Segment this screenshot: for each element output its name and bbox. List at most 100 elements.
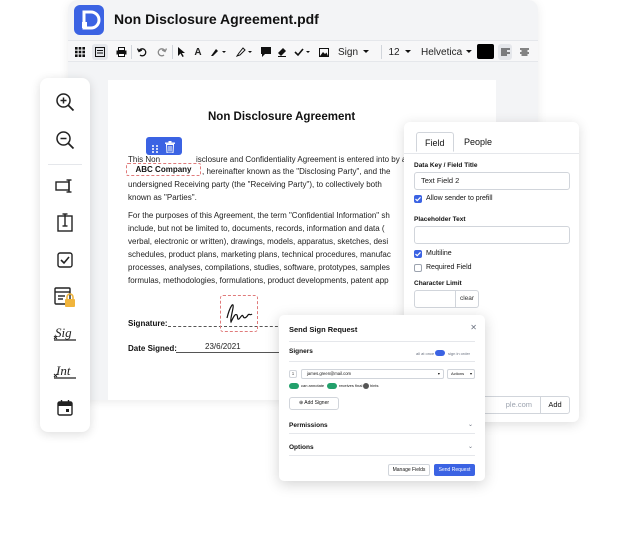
hints-label: hints [370, 383, 379, 388]
paragraph-line: processes, analyses, compilations, studi… [128, 263, 390, 272]
checkbox-icon[interactable] [49, 244, 81, 276]
permissions-section[interactable]: Permissions [289, 422, 328, 429]
required-field-checkbox[interactable]: Required Field [414, 263, 472, 273]
initials-tool-icon[interactable]: Int [49, 356, 81, 388]
editor-toolbar: A Sign 12 Helvetica [68, 40, 538, 62]
toolbar-separator [381, 45, 382, 59]
signature-tool-icon[interactable]: Sig [49, 318, 81, 350]
signer-email-value: james.green@mail.com [307, 371, 352, 376]
can-annotate-toggle[interactable]: can annotate [289, 383, 324, 389]
image-icon[interactable] [318, 44, 330, 60]
cursor-icon[interactable] [176, 44, 188, 60]
paragraph-line: formulas, methodologies, formulations, p… [128, 276, 389, 285]
chevron-down-icon[interactable]: ⌄ [468, 443, 473, 450]
tab-divider [404, 153, 579, 154]
tab-people[interactable]: People [456, 132, 500, 152]
signature-field[interactable] [220, 295, 258, 332]
signature-label: Signature: [128, 319, 168, 328]
field-tools-panel: Sig Int [40, 78, 90, 432]
comment-icon[interactable] [260, 44, 272, 60]
paragraph-line: For the purposes of this Agreement, the … [128, 211, 390, 220]
document-heading: Non Disclosure Agreement [208, 111, 356, 123]
checkbox-checked-icon [414, 250, 422, 258]
zoom-in-icon[interactable] [49, 86, 81, 118]
modal-divider [289, 433, 475, 434]
align-left-icon[interactable] [498, 44, 512, 60]
checkbox-checked-icon [414, 195, 422, 203]
add-person-button[interactable]: Add [540, 396, 570, 414]
receives-final-label: receives final [339, 383, 363, 388]
text-field-icon[interactable] [49, 170, 81, 202]
paragraph-line: include, but not be limited to, document… [128, 224, 385, 233]
chevron-down-icon: ▾ [437, 371, 440, 376]
form-lock-icon[interactable] [49, 281, 81, 313]
document-title: Non Disclosure Agreement.pdf [114, 11, 319, 27]
sign-in-order-label: sign in order [448, 351, 471, 356]
undo-icon[interactable] [135, 44, 149, 60]
data-key-input[interactable]: Text Field 2 [414, 172, 570, 190]
text-tool-icon[interactable]: A [192, 44, 204, 60]
tab-field[interactable]: Field [416, 132, 454, 152]
chevron-down-icon: ▾ [469, 371, 472, 376]
add-signer-button[interactable]: ⊕ Add Signer [289, 397, 339, 410]
highlighter-dropdown-icon[interactable] [234, 44, 256, 60]
signers-heading: Signers [289, 348, 313, 355]
calendar-icon[interactable] [49, 392, 81, 424]
svg-text:Int: Int [55, 363, 71, 378]
text-block-icon[interactable] [49, 207, 81, 239]
sign-dropdown[interactable]: Sign [334, 44, 374, 60]
pen-dropdown-icon[interactable] [208, 44, 230, 60]
company-text-field[interactable]: ABC Company [126, 163, 201, 176]
text-color-swatch[interactable] [477, 44, 494, 59]
chevron-down-icon[interactable]: ⌄ [468, 421, 473, 428]
font-size-dropdown[interactable]: 12 [388, 44, 412, 60]
signer-email-select[interactable]: james.green@mail.com ▾ [301, 369, 444, 379]
drag-handle-icon[interactable] [151, 141, 159, 159]
clear-button[interactable]: clear [455, 290, 479, 308]
paragraph-line: known as "Parties". [128, 193, 197, 202]
eraser-icon[interactable] [276, 44, 288, 60]
sign-dropdown-label: Sign [337, 46, 358, 58]
toolbar-separator [172, 45, 173, 59]
panel-divider [48, 164, 82, 165]
receives-final-toggle[interactable]: receives final [327, 383, 362, 389]
align-center-icon[interactable] [517, 44, 531, 60]
font-family-dropdown[interactable]: Helvetica [421, 44, 473, 60]
modal-divider [289, 361, 475, 362]
signing-order-toggle[interactable] [435, 350, 445, 356]
all-at-once-label: all at once [416, 351, 435, 356]
send-request-button[interactable]: Send Request [434, 464, 475, 476]
zoom-out-icon[interactable] [49, 124, 81, 156]
hints-toggle[interactable]: hints [363, 383, 378, 389]
placeholder-text-input[interactable] [414, 226, 570, 244]
font-size-value: 12 [388, 46, 400, 58]
checkbox-unchecked-icon [414, 264, 422, 272]
document-logo-icon [74, 5, 104, 35]
signer-actions-dropdown[interactable]: Actions ▾ [447, 369, 475, 379]
page-view-icon[interactable] [92, 44, 108, 60]
multiline-checkbox[interactable]: Multiline [414, 249, 452, 259]
send-sign-request-modal: Send Sign Request ✕ Signers all at once … [279, 315, 485, 481]
grid-icon[interactable] [73, 44, 87, 60]
title-bar: Non Disclosure Agreement.pdf [68, 0, 538, 40]
manage-fields-button[interactable]: Manage Fields [388, 464, 430, 476]
required-field-label: Required Field [426, 264, 472, 271]
print-icon[interactable] [114, 44, 128, 60]
info-icon [363, 383, 369, 389]
checkmark-dropdown-icon[interactable] [292, 44, 314, 60]
allow-prefill-checkbox[interactable]: Allow sender to prefill [414, 194, 493, 204]
options-section[interactable]: Options [289, 444, 314, 451]
multiline-label: Multiline [426, 250, 452, 257]
date-signed-value[interactable]: 23/6/2021 [205, 342, 241, 351]
trash-icon[interactable] [165, 140, 175, 158]
paragraph-line: undersigned Receiving party (the "Receiv… [128, 180, 382, 189]
close-icon[interactable]: ✕ [470, 323, 477, 332]
redo-icon[interactable] [155, 44, 169, 60]
paragraph-text: isclosure and Confidentiality Agreement … [196, 155, 416, 164]
add-signer-label: Add Signer [304, 400, 330, 406]
field-action-toolbar [146, 137, 182, 155]
date-signed-label: Date Signed: [128, 344, 177, 353]
date-line [176, 352, 281, 353]
chevron-down-icon [466, 50, 473, 53]
character-limit-input[interactable] [414, 290, 456, 308]
